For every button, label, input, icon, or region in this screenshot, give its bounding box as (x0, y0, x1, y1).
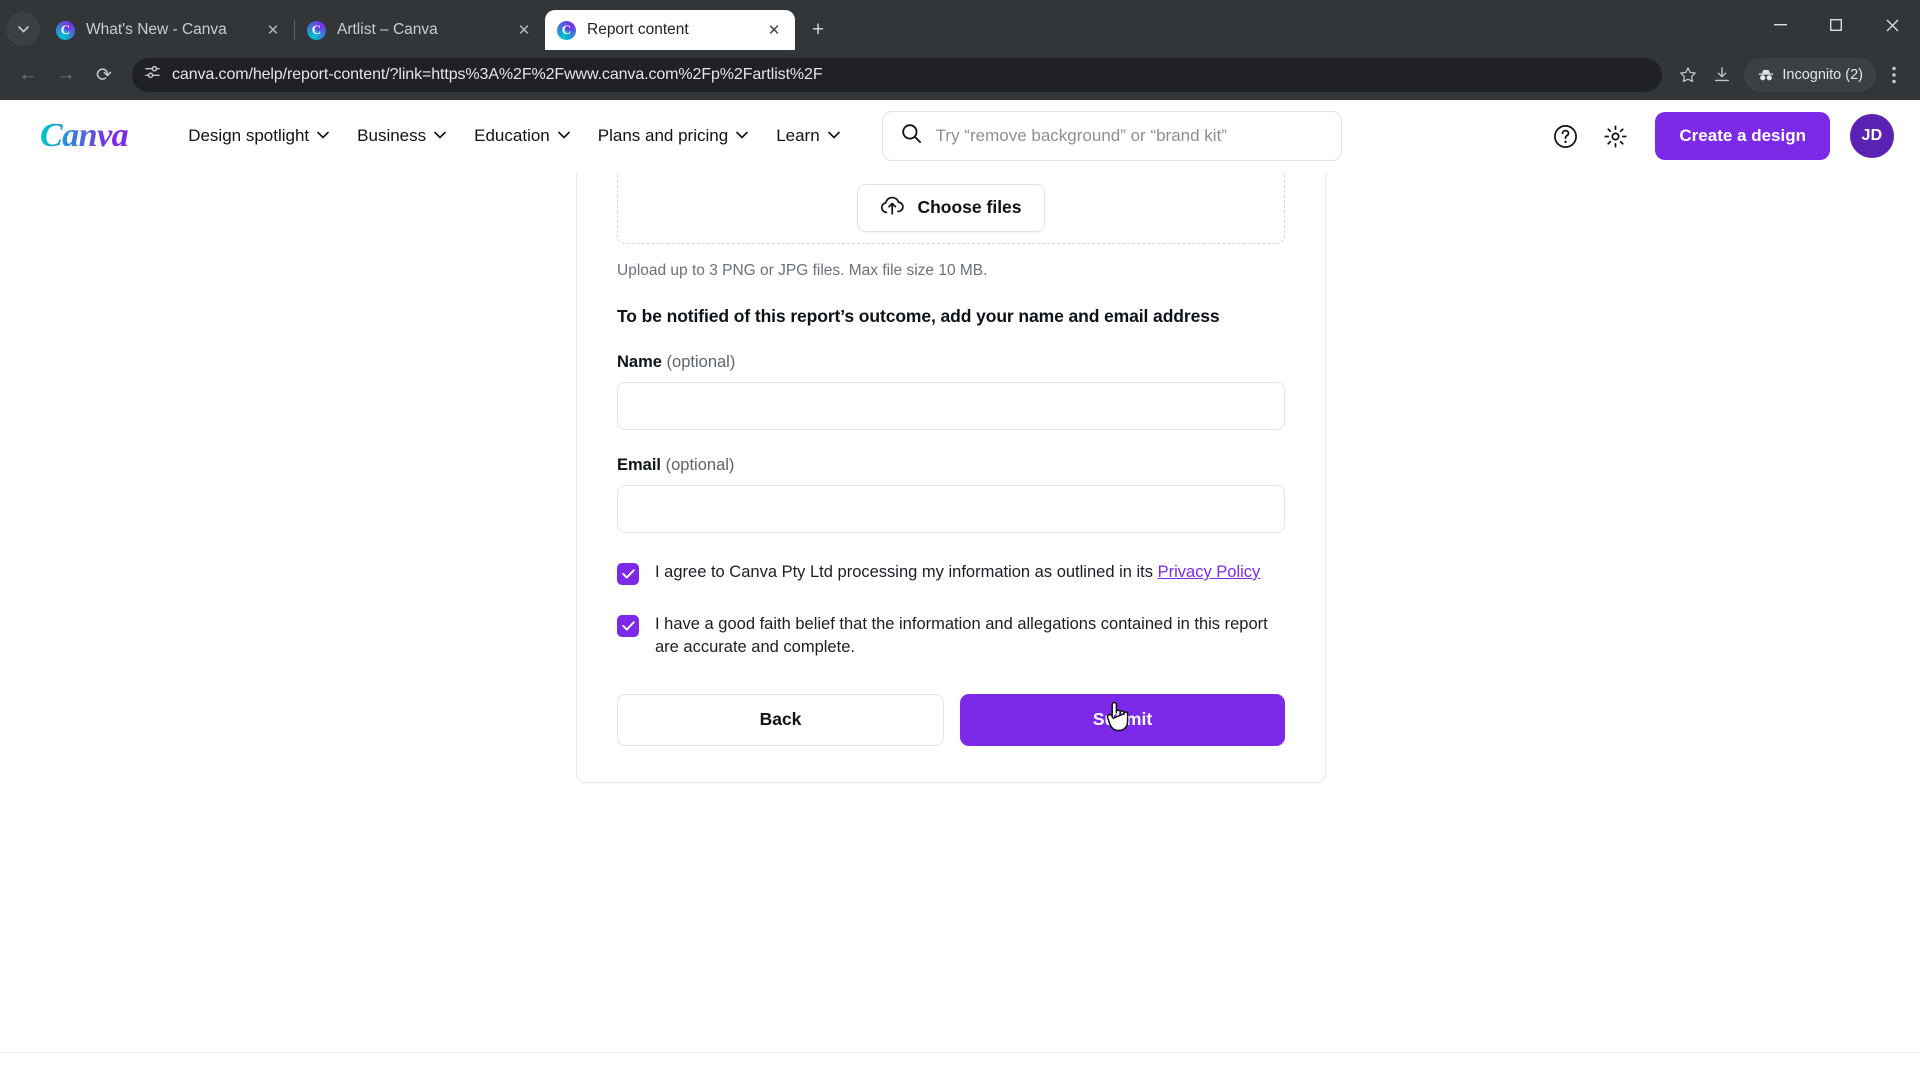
name-label-bold: Name (617, 353, 662, 371)
nav-item-business[interactable]: Business (343, 117, 460, 155)
choose-files-button[interactable]: Choose files (857, 183, 1045, 232)
report-content-form-card: Choose files Upload up to 3 PNG or JPG f… (576, 172, 1326, 783)
page-content: Choose files Upload up to 3 PNG or JPG f… (0, 172, 1920, 1080)
name-field-label: Name (optional) (617, 353, 1285, 372)
browser-tab-1[interactable]: C What's New - Canva ✕ (44, 10, 294, 50)
chevron-down-icon (317, 130, 329, 142)
nav-item-learn[interactable]: Learn (762, 117, 853, 155)
browser-tab-2[interactable]: C Artlist – Canva ✕ (295, 10, 545, 50)
back-icon[interactable]: ← (10, 57, 46, 93)
copyright-text: © 2024 All Rights Reserved, Canva® (0, 1053, 1920, 1080)
forward-icon[interactable]: → (48, 57, 84, 93)
chevron-down-icon (736, 130, 748, 142)
page-viewport: Canva Design spotlight Business Educatio… (0, 100, 1920, 1080)
incognito-icon (1759, 69, 1774, 81)
privacy-consent-checkbox[interactable] (617, 563, 639, 585)
window-controls (1752, 0, 1920, 50)
page-settings-icon[interactable] (144, 64, 161, 86)
gear-icon[interactable] (1593, 114, 1637, 158)
canva-logo[interactable]: Canva (40, 117, 132, 155)
maximize-button[interactable] (1808, 0, 1864, 50)
tab-strip: C What's New - Canva ✕ C Artlist – Canva… (0, 0, 1920, 50)
submit-label: Submit (1092, 709, 1153, 730)
url-text: canva.com/help/report-content/?link=http… (172, 66, 823, 83)
close-icon[interactable]: ✕ (763, 19, 785, 41)
check-icon (621, 569, 635, 579)
nav-item-design-spotlight[interactable]: Design spotlight (174, 117, 343, 155)
kebab-menu-icon[interactable] (1878, 59, 1910, 91)
choose-files-label: Choose files (917, 197, 1022, 217)
file-dropzone[interactable]: Choose files (617, 172, 1285, 244)
name-input[interactable] (617, 382, 1285, 430)
nav-label: Business (357, 126, 427, 145)
create-a-design-button[interactable]: Create a design (1655, 112, 1830, 160)
nav-label: Education (474, 126, 550, 145)
consent-row-privacy[interactable]: I agree to Canva Pty Ltd processing my i… (617, 561, 1285, 585)
chevron-down-icon (827, 130, 840, 142)
canva-header: Canva Design spotlight Business Educatio… (0, 100, 1920, 172)
omnibox-toolbar: ← → ⟳ canva.com/help/report-content/?lin… (0, 50, 1920, 100)
chevron-down-icon (557, 130, 570, 142)
tab-title: Artlist – Canva (337, 21, 438, 38)
browser-tab-3-active[interactable]: C Report content ✕ (545, 10, 795, 50)
star-icon[interactable] (1672, 59, 1704, 91)
download-icon[interactable] (1706, 59, 1738, 91)
close-window-button[interactable] (1864, 0, 1920, 50)
upload-hint-text: Upload up to 3 PNG or JPG files. Max fil… (617, 262, 988, 279)
new-tab-button[interactable]: + (801, 13, 835, 47)
good-faith-checkbox[interactable] (617, 615, 639, 637)
search-icon (901, 123, 922, 149)
nav-label: Design spotlight (188, 126, 310, 145)
privacy-consent-label: I agree to Canva Pty Ltd processing my i… (655, 561, 1260, 584)
close-icon[interactable]: ✕ (513, 19, 535, 41)
privacy-consent-text: I agree to Canva Pty Ltd processing my i… (655, 563, 1154, 581)
email-label-bold: Email (617, 456, 662, 474)
header-actions: Create a design JD (1543, 112, 1894, 160)
search-input[interactable]: Try “remove background” or “brand kit” (881, 111, 1342, 161)
reload-icon[interactable]: ⟳ (86, 57, 122, 93)
notify-heading: To be notified of this report’s outcome,… (617, 306, 1220, 326)
back-button[interactable]: Back (617, 693, 944, 746)
submit-button[interactable]: Submit (960, 693, 1285, 746)
tab-title: What's New - Canva (86, 21, 227, 38)
check-icon (621, 621, 635, 631)
minimize-button[interactable] (1752, 0, 1808, 50)
search-placeholder: Try “remove background” or “brand kit” (935, 126, 1227, 145)
name-label-optional: (optional) (666, 353, 736, 371)
nav-item-plans-and-pricing[interactable]: Plans and pricing (584, 117, 762, 155)
canva-favicon: C (557, 20, 576, 40)
nav-item-education[interactable]: Education (460, 117, 584, 155)
site-footer: © 2024 All Rights Reserved, Canva® Priva… (0, 1053, 1920, 1080)
privacy-policy-link[interactable]: Privacy Policy (1158, 563, 1261, 581)
canva-favicon: C (56, 20, 75, 40)
tab-title: Report content (587, 21, 689, 38)
nav-label: Learn (776, 126, 820, 145)
browser-window: C What's New - Canva ✕ C Artlist – Canva… (0, 0, 1920, 1080)
form-actions: Back Submit (617, 693, 1285, 746)
cloud-upload-icon (880, 195, 905, 221)
address-bar[interactable]: canva.com/help/report-content/?link=http… (132, 58, 1663, 92)
email-input[interactable] (617, 485, 1285, 533)
close-icon[interactable]: ✕ (262, 19, 284, 41)
avatar[interactable]: JD (1850, 114, 1894, 158)
tab-search-button[interactable] (6, 12, 40, 46)
consent-row-good-faith[interactable]: I have a good faith belief that the info… (617, 613, 1285, 660)
incognito-indicator[interactable]: Incognito (2) (1744, 58, 1876, 92)
help-circle-icon[interactable] (1543, 114, 1587, 158)
good-faith-label: I have a good faith belief that the info… (655, 615, 1268, 657)
nav-label: Plans and pricing (597, 126, 729, 145)
email-label-optional: (optional) (665, 456, 735, 474)
incognito-label: Incognito (2) (1782, 67, 1863, 83)
canva-favicon: C (307, 20, 326, 40)
email-field-label: Email (optional) (617, 456, 1285, 475)
chevron-down-icon (434, 130, 446, 142)
